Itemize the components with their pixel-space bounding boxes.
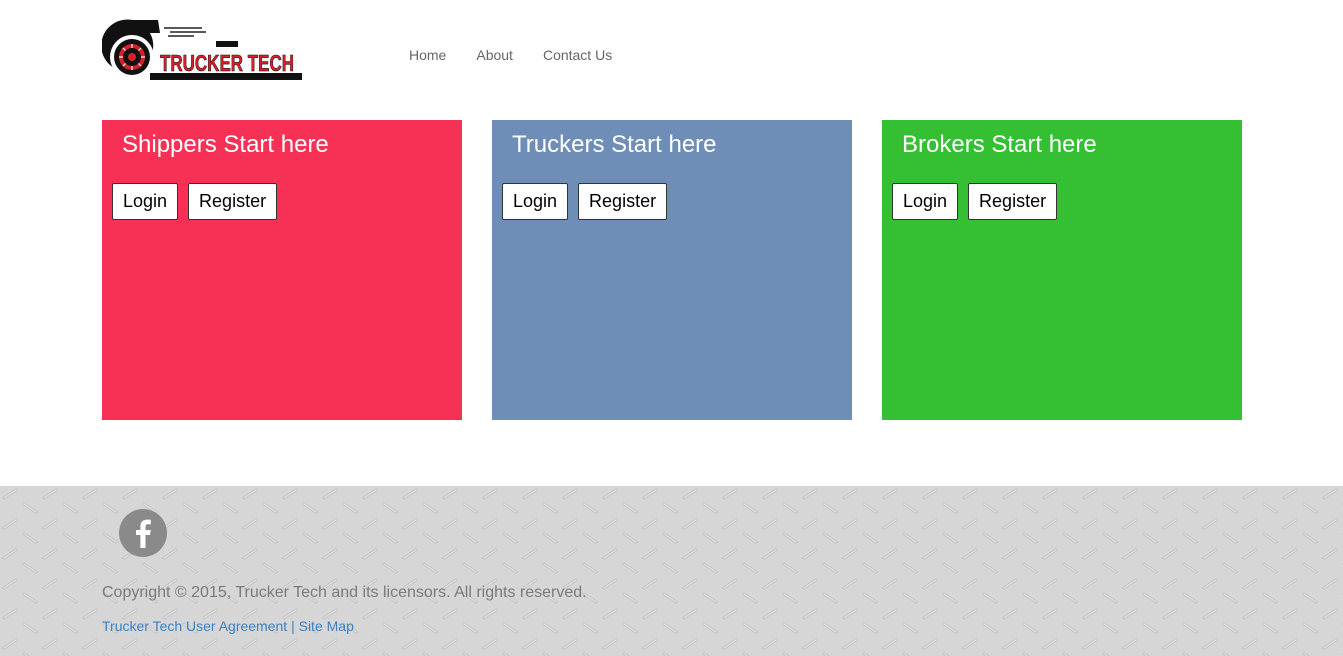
footer-links: Trucker Tech User Agreement | Site Map — [102, 618, 354, 634]
shippers-login-button[interactable]: Login — [112, 183, 179, 220]
truckers-title: Truckers Start here — [512, 131, 717, 158]
link-separator: | — [291, 618, 295, 634]
shippers-register-button[interactable]: Register — [188, 183, 278, 220]
shippers-panel: Shippers Start here Login Register — [102, 120, 462, 420]
nav-contact-us[interactable]: Contact Us — [543, 46, 612, 64]
site-header: TRUCKER TECH Home About Contact Us — [0, 0, 1343, 110]
truckers-login-button[interactable]: Login — [502, 183, 569, 220]
copyright-text: Copyright © 2015, Trucker Tech and its l… — [102, 584, 587, 601]
trucker-tech-logo[interactable]: TRUCKER TECH — [101, 17, 304, 85]
truckers-panel: Truckers Start here Login Register — [492, 120, 852, 420]
brokers-actions: Login Register — [892, 183, 1067, 220]
brokers-login-button[interactable]: Login — [892, 183, 959, 220]
brokers-register-button[interactable]: Register — [968, 183, 1058, 220]
nav-about[interactable]: About — [476, 46, 513, 64]
nav-home[interactable]: Home — [409, 46, 446, 64]
shippers-title: Shippers Start here — [122, 131, 329, 158]
facebook-icon[interactable] — [119, 509, 167, 557]
truckers-actions: Login Register — [502, 183, 677, 220]
site-footer: Copyright © 2015, Trucker Tech and its l… — [0, 486, 1343, 656]
logo-text: TRUCKER TECH — [160, 50, 294, 76]
brokers-title: Brokers Start here — [902, 131, 1097, 158]
truckers-register-button[interactable]: Register — [578, 183, 668, 220]
main-nav: Home About Contact Us — [409, 46, 642, 64]
user-agreement-link[interactable]: Trucker Tech User Agreement — [102, 618, 287, 634]
brokers-panel: Brokers Start here Login Register — [882, 120, 1242, 420]
shippers-actions: Login Register — [112, 183, 287, 220]
site-map-link[interactable]: Site Map — [299, 618, 354, 634]
